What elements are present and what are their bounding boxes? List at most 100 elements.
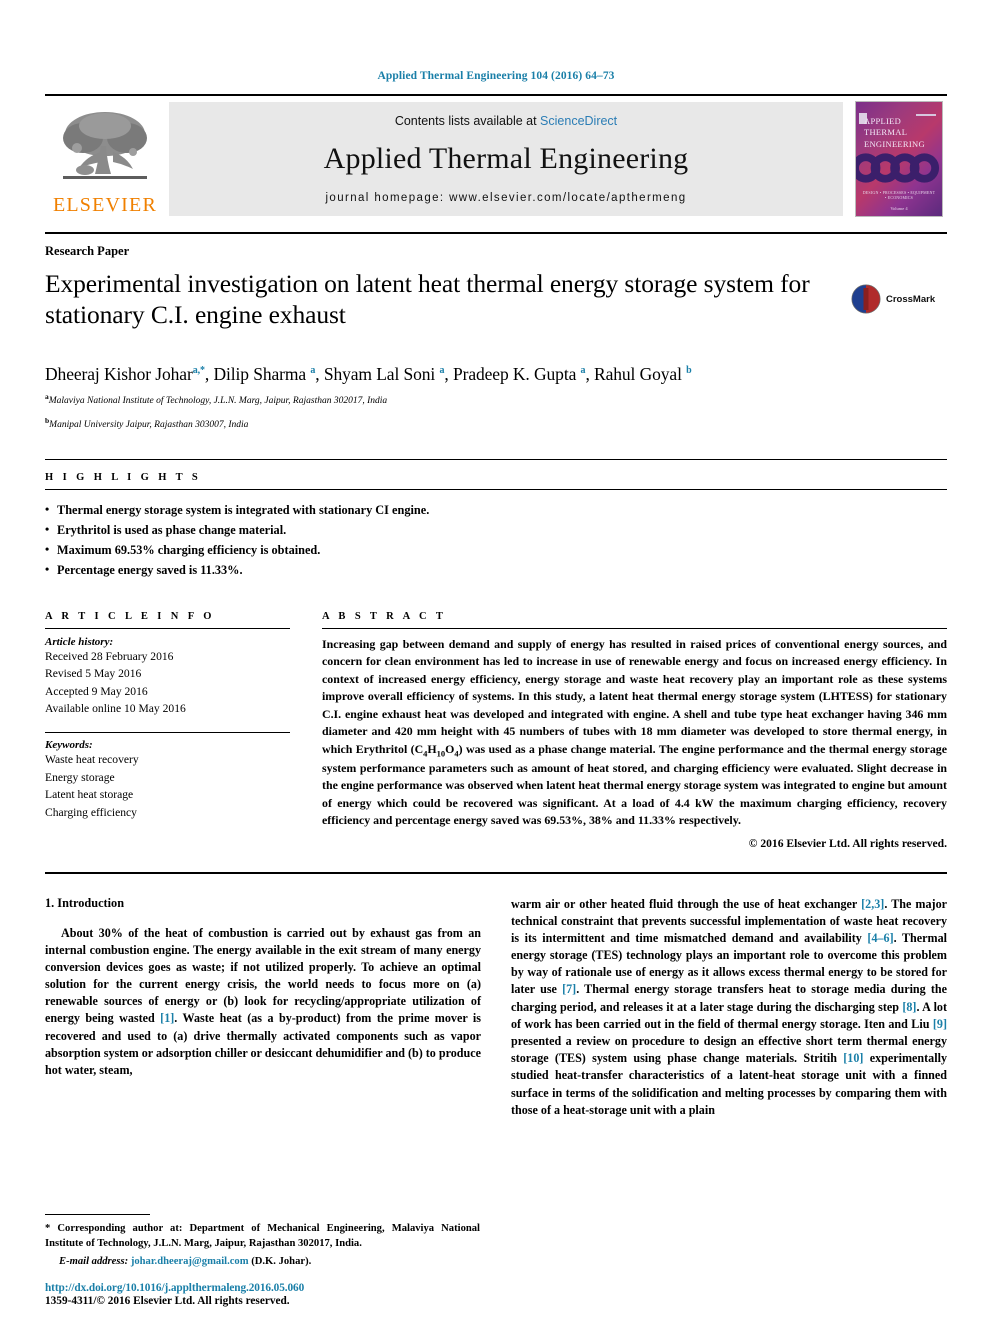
cover-title-line2: THERMAL [864,127,908,138]
title-row: Experimental investigation on latent hea… [45,259,947,347]
doi-block: http://dx.doi.org/10.1016/j.applthermale… [45,1282,505,1307]
email-link[interactable]: johar.dheeraj@gmail.com [131,1256,249,1267]
doi-link[interactable]: http://dx.doi.org/10.1016/j.applthermale… [45,1282,505,1294]
abstract-text: Increasing gap between demand and supply… [322,636,947,830]
section-title-introduction: 1. Introduction [45,895,125,910]
keyword-1: Waste heat recovery [45,753,139,767]
keyword-3: Latent heat storage [45,788,134,802]
highlights-list: Thermal energy storage system is integra… [45,500,947,581]
keyword-2: Energy storage [45,770,115,784]
body-column-left: 1. Introduction About 30% of the heat of… [45,896,481,1119]
citation-ref[interactable]: [1] [160,1011,174,1025]
cover-title-line1: APPLIED [864,116,902,126]
email-owner: (D.K. Johar). [251,1255,312,1267]
author-2-marks: a [310,365,316,377]
author-4: Pradeep K. Gupta a [452,364,586,385]
abstract-part-1: Increasing gap between demand and supply… [322,636,947,756]
highlights-section: H I G H L I G H T S Thermal energy stora… [45,459,947,581]
author-3-marks: a [439,365,445,377]
article-info-rule [45,627,290,629]
crossmark-icon [851,284,881,314]
history-revised: Revised 5 May 2016 [45,667,142,681]
journal-title: Applied Thermal Engineering [323,142,689,175]
author-1: Dheeraj Kishor Johara,* [45,364,205,385]
corresponding-author-note: * Corresponding author at: Department of… [45,1222,480,1250]
masthead-center: Contents lists available at ScienceDirec… [169,102,843,216]
elsevier-tree-icon [63,111,147,179]
highlights-heading: H I G H L I G H T S [45,472,202,484]
body-divider [45,871,947,874]
issn-copyright: 1359-4311/© 2016 Elsevier Ltd. All right… [45,1295,290,1307]
paragraph: warm air or other heated fluid through t… [511,896,947,1119]
author-5-marks: b [686,365,692,377]
list-item: Percentage energy saved is 11.33%. [45,560,947,581]
contents-prefix: Contents lists available at [394,114,541,128]
elsevier-logo: ELSEVIER [45,96,165,222]
formula-mid-1: H [427,741,437,756]
contents-line: Contents lists available at ScienceDirec… [395,114,617,128]
paragraph: About 30% of the heat of combustion is c… [45,925,481,1080]
para-text-r1: warm air or other heated fluid through t… [511,896,862,911]
citation-ref[interactable]: [4–6] [867,931,893,945]
sciencedirect-link[interactable]: ScienceDirect [540,114,617,128]
author-list: Dheeraj Kishor Johara,*, Dilip Sharma a,… [45,364,692,385]
article-info-section: A R T I C L E I N F O Article history: R… [45,611,290,850]
journal-cover-image: APPLIED THERMAL ENGINEERING DESIGN • PRO… [855,101,943,217]
history-available: Available online 10 May 2016 [45,701,186,715]
abstract-section: A B S T R A C T Increasing gap between d… [322,611,947,850]
cover-tagline: DESIGN • PROCESSES • EQUIPMENT • ECONOMI… [862,190,936,200]
journal-cover: APPLIED THERMAL ENGINEERING DESIGN • PRO… [851,101,947,217]
crossmark-badge[interactable]: CrossMark [851,284,947,314]
author-5: Rahul Goyal b [594,364,692,385]
email-note: E-mail address: johar.dheeraj@gmail.com … [45,1254,480,1269]
article-type: Research Paper [45,244,130,258]
article-history-label: Article history: [45,635,114,648]
elsevier-wordmark: ELSEVIER [52,193,158,216]
affiliation-b-text: Manipal University Jaipur, Rajasthan 303… [49,420,249,431]
list-item: Thermal energy storage system is integra… [45,500,947,521]
keyword-4: Charging efficiency [45,805,137,819]
citation-ref[interactable]: [9] [933,1017,947,1031]
crossmark-label: CrossMark [886,293,936,305]
page-title: Experimental investigation on latent hea… [45,269,810,330]
journal-masthead: ELSEVIER Contents lists available at Sci… [45,94,947,222]
citation-ref[interactable]: [2,3] [861,897,884,911]
affiliation-b: bManipal University Jaipur, Rajasthan 30… [45,416,947,433]
highlights-rule [45,489,947,491]
body-columns: 1. Introduction About 30% of the heat of… [45,896,947,1119]
affiliation-a: aMalaviya National Institute of Technolo… [45,392,947,409]
list-item: Maximum 69.53% charging efficiency is ob… [45,540,947,561]
footnote-rule [45,1213,150,1215]
journal-homepage[interactable]: journal homepage: www.elsevier.com/locat… [325,192,686,204]
cover-rings-icon [856,153,940,183]
list-item: Erythritol is used as phase change mater… [45,520,947,541]
formula-sub-2: 10 [436,748,446,759]
cover-title-line3: ENGINEERING [864,138,925,149]
author-3: Shyam Lal Soni a [323,364,445,385]
para-text-r5: . Thermal energy storage transfers heat … [511,982,947,1014]
body-column-right: warm air or other heated fluid through t… [511,896,947,1119]
info-abstract-block: A R T I C L E I N F O Article history: R… [45,611,947,850]
highlights-top-divider [45,459,947,461]
citation-ref[interactable]: [10] [843,1051,863,1065]
paper-page: Applied Thermal Engineering 104 (2016) 6… [0,0,992,1323]
cover-title: APPLIED THERMAL ENGINEERING [864,116,925,150]
abstract-copyright: © 2016 Elsevier Ltd. All rights reserved… [748,836,947,850]
title-divider [45,232,947,234]
author-1-marks: a,* [192,365,205,377]
citation-ref[interactable]: [7] [562,982,576,996]
abstract-heading: A B S T R A C T [322,610,447,622]
footnote-block: * Corresponding author at: Department of… [45,1213,480,1269]
author-2: Dilip Sharma a [213,364,316,385]
abstract-rule [322,627,947,629]
history-received: Received 28 February 2016 [45,649,174,663]
affiliation-a-text: Malaviya National Institute of Technolog… [48,396,388,407]
email-label: E-mail address: [59,1255,129,1267]
keywords-label: Keywords: [45,739,93,752]
author-4-marks: a [580,365,586,377]
article-info-heading: A R T I C L E I N F O [45,610,215,622]
citation-ref[interactable]: [8] [902,1000,916,1014]
running-head: Applied Thermal Engineering 104 (2016) 6… [377,70,615,82]
history-accepted: Accepted 9 May 2016 [45,684,148,698]
